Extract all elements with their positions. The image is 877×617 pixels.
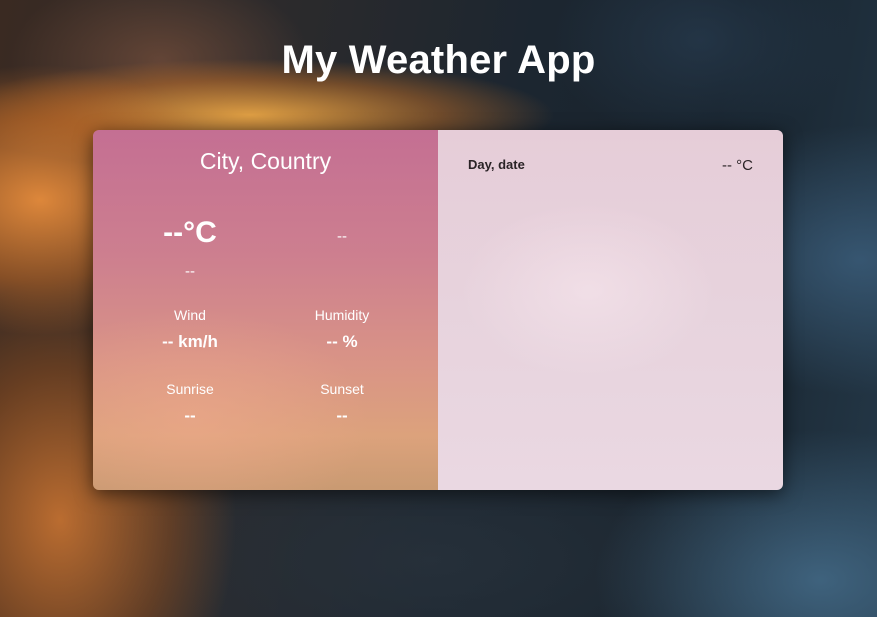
- feels-like-value: --: [185, 263, 195, 280]
- weather-description: --: [337, 228, 347, 245]
- current-temperature: --°C: [163, 216, 217, 249]
- forecast-panel: Day, date -- °C: [438, 130, 783, 490]
- forecast-temperature: -- °C: [722, 157, 753, 174]
- sunset-label: Sunset: [320, 381, 364, 397]
- current-weather-panel: City, Country --°C -- -- Wind -- km/h Hu…: [93, 130, 438, 490]
- sunset-value: --: [336, 406, 348, 425]
- sunrise-label: Sunrise: [166, 381, 214, 397]
- app-title: My Weather App: [281, 38, 596, 82]
- humidity-value: -- %: [326, 332, 358, 351]
- wind-value: -- km/h: [162, 332, 218, 351]
- wind-label: Wind: [174, 307, 206, 323]
- forecast-day-date: Day, date: [468, 157, 525, 172]
- sunrise-value: --: [184, 406, 196, 425]
- humidity-label: Humidity: [314, 307, 370, 323]
- location-label: City, Country: [199, 148, 332, 174]
- weather-card: City, Country --°C -- -- Wind -- km/h Hu…: [93, 130, 783, 490]
